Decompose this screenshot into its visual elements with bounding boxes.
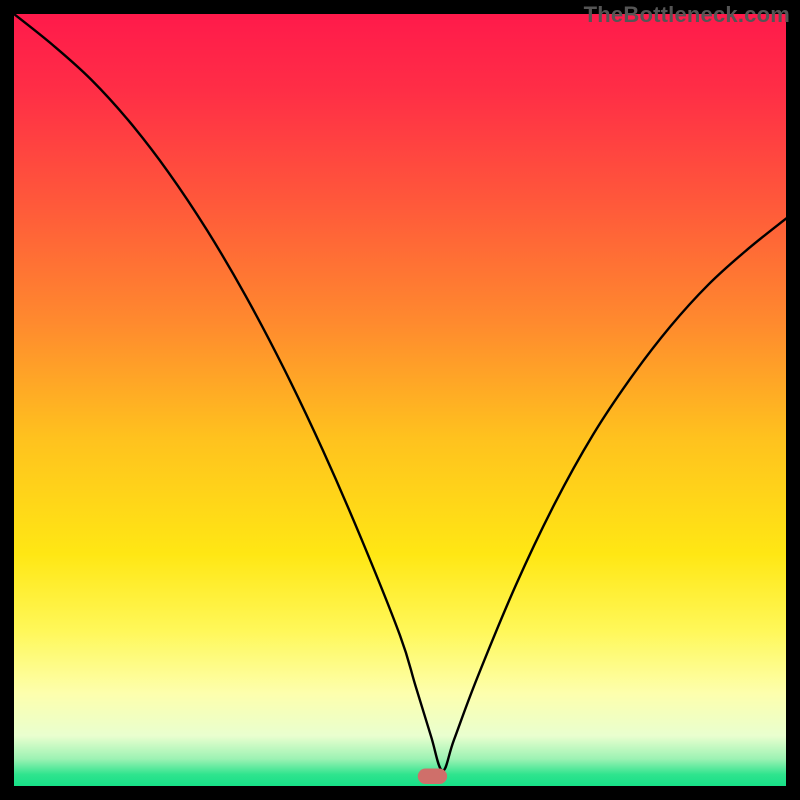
plot-area — [14, 14, 786, 786]
gradient-background — [14, 14, 786, 786]
watermark-text: TheBottleneck.com — [584, 2, 790, 28]
optimal-marker — [418, 769, 447, 784]
chart-frame: TheBottleneck.com — [0, 0, 800, 800]
chart-svg — [14, 14, 786, 786]
